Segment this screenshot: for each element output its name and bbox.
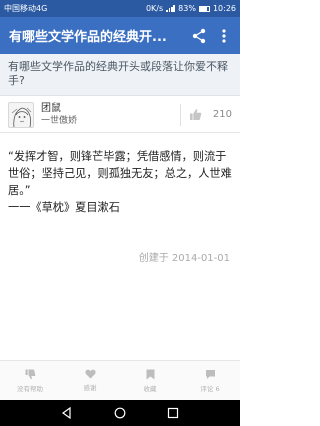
clock: 10:26 [212,4,236,13]
home-icon[interactable] [114,407,126,419]
answer-text: “发挥才智，则锋芒毕露；凭借感情，则流于世俗；坚持己见，则孤独无友；总之，人世难… [8,150,232,214]
comment-label: 评论 6 [200,384,220,393]
bookmark-icon [146,369,154,379]
status-bar: 中国移动4G 0K/s 83% 10:26 [0,0,240,17]
thanks-label: 感谢 [83,384,97,392]
answer-body: “发挥才智，则锋芒毕露；凭借感情，则流于世俗；坚持己见，则孤独无友；总之，人世难… [8,148,234,216]
page-title: 有哪些文学作品的经典开... [9,30,167,45]
thanks-button[interactable]: 感谢 [60,361,120,400]
favorite-button[interactable]: 收藏 [120,361,180,400]
system-nav-bar [0,400,240,426]
not-helpful-button[interactable]: 没有帮助 [0,361,60,400]
favorite-label: 收藏 [143,384,157,393]
app-bar: 有哪些文学作品的经典开... [0,17,240,54]
author-bio: 一世傲娇 [41,115,78,126]
carrier-label: 中国移动4G [4,4,48,13]
battery-icon [198,5,210,12]
signal-icon [166,5,175,12]
comment-button[interactable]: 评论 6 [180,361,240,400]
question-header[interactable]: 有哪些文学作品的经典开头或段落让你爱不释手? [0,54,240,96]
author-row: 团鼠 一世傲娇 210 [0,97,240,133]
vote-count: 210 [212,109,232,120]
heart-icon [84,369,96,379]
more-vertical-icon [222,28,226,43]
share-icon [192,28,206,43]
recent-apps-icon[interactable] [167,407,179,419]
back-icon[interactable] [61,407,73,419]
comment-icon [205,369,215,379]
network-speed: 0K/s [145,4,164,13]
vote-button[interactable]: 210 [180,97,232,132]
author-name[interactable]: 团鼠 [41,103,180,115]
thumbs-down-icon [25,369,35,379]
question-text: 有哪些文学作品的经典开头或段落让你爱不释手? [8,60,228,87]
bottom-action-bar: 没有帮助 感谢 收藏 评论 6 [0,360,240,400]
more-button[interactable] [214,26,234,46]
avatar[interactable] [8,101,34,128]
not-helpful-label: 没有帮助 [17,384,43,393]
avatar-image [11,107,32,127]
created-date: 创建于 2014-01-01 [138,253,230,264]
battery-percent: 83% [178,4,196,13]
share-button[interactable] [189,26,209,46]
divider [180,103,181,126]
thumbs-up-icon [190,109,202,120]
